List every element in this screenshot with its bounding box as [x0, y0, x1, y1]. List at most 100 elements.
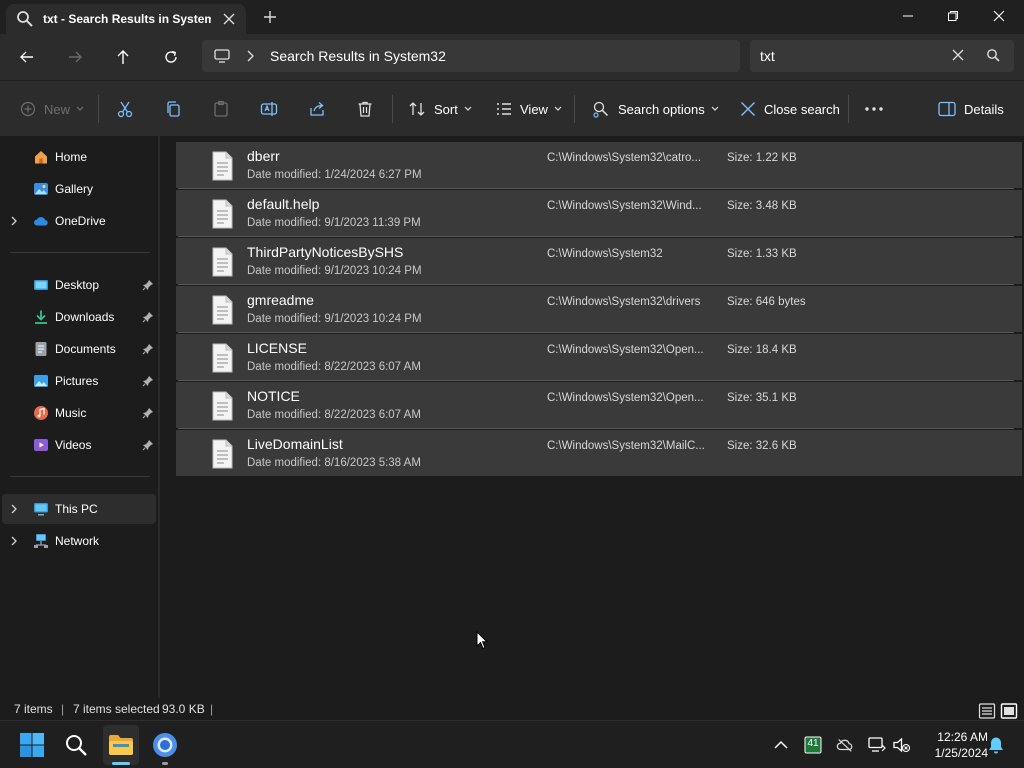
paste-icon	[214, 100, 228, 117]
search-button[interactable]	[61, 730, 91, 760]
clock-date: 1/25/2024	[934, 746, 988, 760]
sidebar-item-desktop[interactable]: Desktop	[2, 270, 156, 300]
address-text[interactable]: Search Results in System32	[270, 48, 446, 64]
sidebar-item-label: Network	[55, 534, 100, 548]
sidebar-item-documents[interactable]: Documents	[2, 334, 156, 364]
file-name[interactable]: LICENSE	[247, 340, 307, 356]
file-explorer-taskbar-button[interactable]	[106, 730, 136, 760]
sidebar-item-videos[interactable]: Videos	[2, 430, 156, 460]
tab-close-icon[interactable]	[222, 12, 236, 26]
file-row[interactable]: LiveDomainList Date modified: 8/16/2023 …	[176, 430, 1022, 477]
file-row[interactable]: NOTICE Date modified: 8/22/2023 6:07 AM …	[176, 382, 1022, 429]
sidebar-item-pictures[interactable]: Pictures	[2, 366, 156, 396]
active-tab[interactable]: txt - Search Results in System32	[6, 4, 246, 34]
pin-icon[interactable]	[142, 343, 154, 355]
search-input[interactable]: txt	[760, 48, 775, 64]
video-icon	[33, 437, 49, 453]
download-icon	[33, 309, 49, 325]
notifications-button[interactable]	[987, 736, 1005, 754]
details-view-button[interactable]	[978, 702, 996, 720]
file-row[interactable]: dberr Date modified: 1/24/2024 6:27 PM C…	[176, 142, 1022, 189]
file-row[interactable]: gmreadme Date modified: 9/1/2023 10:24 P…	[176, 286, 1022, 333]
document-icon	[33, 341, 49, 357]
search-icon[interactable]	[986, 48, 1000, 62]
sidebar-item-label: Gallery	[55, 182, 94, 196]
sidebar-item-this-pc[interactable]: This PC	[2, 494, 156, 524]
up-button[interactable]	[112, 46, 134, 68]
refresh-icon	[165, 50, 177, 63]
forward-button[interactable]	[64, 46, 86, 68]
sidebar-item-gallery[interactable]: Gallery	[2, 174, 156, 204]
close-search-label: Close search	[764, 101, 840, 117]
search-options-button[interactable]: Search options	[592, 81, 719, 137]
minimize-icon	[903, 15, 913, 17]
chevron-right-icon[interactable]	[10, 216, 18, 226]
close-search-button[interactable]: Close search	[740, 81, 840, 137]
start-button[interactable]	[17, 730, 47, 760]
chevron-right-icon[interactable]	[246, 50, 254, 62]
pin-icon[interactable]	[142, 311, 154, 323]
more-options-button[interactable]	[864, 81, 884, 137]
paste-button[interactable]	[212, 81, 230, 137]
close-button[interactable]	[976, 0, 1022, 32]
file-name[interactable]: ThirdPartyNoticesBySHS	[247, 244, 403, 260]
network-tray-button[interactable]	[868, 736, 886, 754]
file-name[interactable]: LiveDomainList	[247, 436, 343, 452]
clock[interactable]: 12:26 AM 1/25/2024	[918, 729, 988, 761]
file-size: Size: 1.33 KB	[727, 248, 797, 260]
sidebar-item-home[interactable]: Home	[2, 142, 156, 172]
file-name[interactable]: NOTICE	[247, 388, 300, 404]
bell-icon	[989, 737, 1003, 754]
cut-button[interactable]	[116, 81, 134, 137]
file-date: Date modified: 8/22/2023 6:07 AM	[247, 361, 421, 373]
address-bar[interactable]: Search Results in System32	[202, 40, 740, 72]
show-hidden-icons-button[interactable]	[772, 736, 790, 754]
file-name[interactable]: dberr	[247, 148, 280, 164]
file-path: C:\Windows\System32	[547, 248, 663, 260]
back-button[interactable]	[16, 46, 38, 68]
computer-icon	[33, 501, 49, 517]
item-count: 7 items	[14, 702, 53, 716]
sidebar-item-network[interactable]: Network	[2, 526, 156, 556]
file-row[interactable]: default.help Date modified: 9/1/2023 11:…	[176, 190, 1022, 237]
refresh-button[interactable]	[160, 46, 182, 68]
tiles-view-button[interactable]	[1000, 702, 1018, 720]
file-row[interactable]: LICENSE Date modified: 8/22/2023 6:07 AM…	[176, 334, 1022, 381]
running-indicator	[162, 762, 168, 765]
details-button[interactable]: Details	[938, 81, 1004, 137]
onedrive-tray-button[interactable]	[836, 736, 854, 754]
rename-button[interactable]	[260, 81, 278, 137]
copy-button[interactable]	[164, 81, 182, 137]
search-box[interactable]: txt	[750, 40, 1014, 72]
chevron-right-icon[interactable]	[10, 536, 18, 546]
minimize-button[interactable]	[885, 0, 931, 32]
chevron-down-icon	[711, 106, 719, 111]
file-date: Date modified: 9/1/2023 10:24 PM	[247, 313, 422, 325]
file-date: Date modified: 1/24/2024 6:27 PM	[247, 169, 422, 181]
share-button[interactable]	[308, 81, 326, 137]
maximize-button[interactable]	[930, 0, 976, 32]
clear-search-icon[interactable]	[952, 49, 964, 61]
tray-app-badge[interactable]: 41	[804, 736, 822, 754]
file-name[interactable]: gmreadme	[247, 292, 314, 308]
file-row[interactable]: ThirdPartyNoticesBySHS Date modified: 9/…	[176, 238, 1022, 285]
sidebar-item-downloads[interactable]: Downloads	[2, 302, 156, 332]
pin-icon[interactable]	[142, 375, 154, 387]
pin-icon[interactable]	[142, 407, 154, 419]
sidebar-item-music[interactable]: Music	[2, 398, 156, 428]
sort-button[interactable]: Sort	[408, 81, 472, 137]
chrome-taskbar-button[interactable]	[150, 730, 180, 760]
file-name[interactable]: default.help	[247, 196, 319, 212]
pin-icon[interactable]	[142, 439, 154, 451]
volume-tray-button[interactable]	[893, 736, 911, 754]
delete-button[interactable]	[356, 81, 374, 137]
new-tab-icon[interactable]	[262, 9, 278, 25]
view-label: View	[520, 101, 548, 117]
chevron-down-icon	[464, 106, 472, 111]
view-button[interactable]: View	[496, 81, 562, 137]
new-button[interactable]: New	[20, 81, 84, 137]
chevron-right-icon[interactable]	[10, 504, 18, 514]
pin-icon[interactable]	[142, 279, 154, 291]
sidebar-item-onedrive[interactable]: OneDrive	[2, 206, 156, 236]
sort-icon	[409, 102, 425, 116]
